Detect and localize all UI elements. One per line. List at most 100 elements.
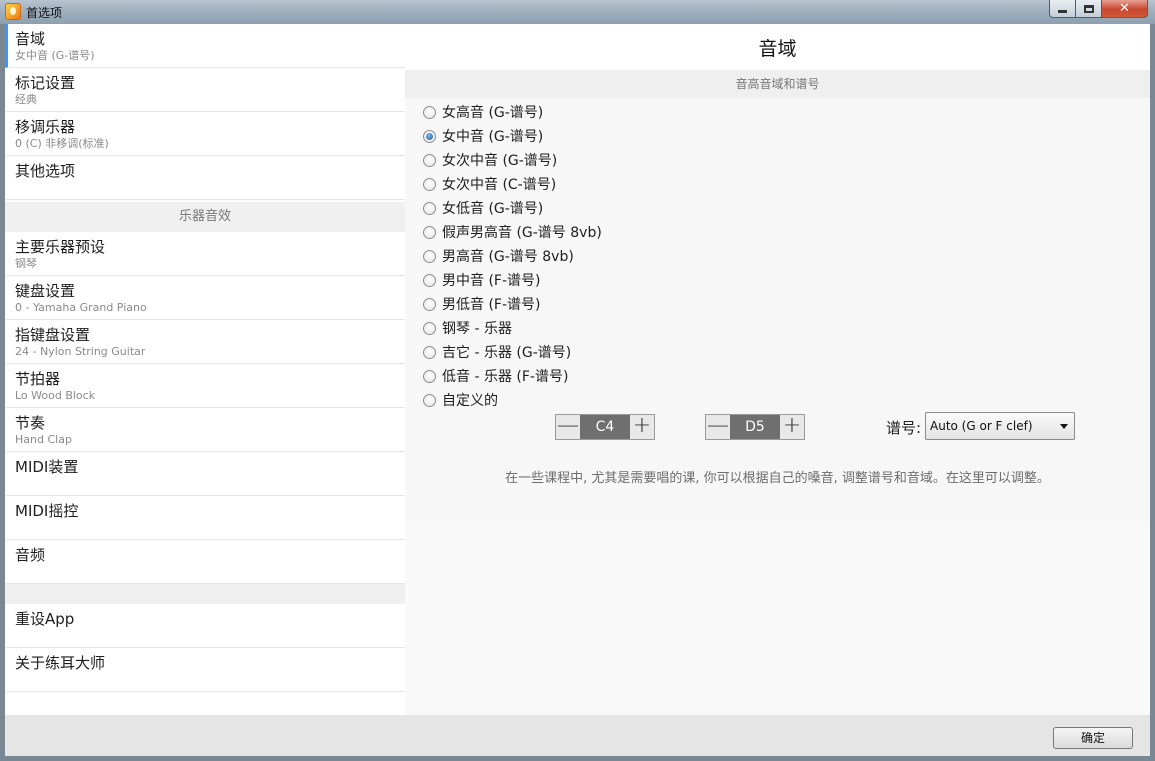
dialog-footer: 确定 bbox=[5, 715, 1150, 756]
voice-range-option-label: 自定义的 bbox=[442, 393, 498, 409]
window-controls: ✕ bbox=[1049, 0, 1148, 18]
radio-button[interactable] bbox=[423, 321, 436, 335]
sidebar-item-subtitle: 0 (C) 非移调(标准) bbox=[15, 137, 109, 150]
radio-button[interactable] bbox=[423, 225, 436, 239]
close-icon: ✕ bbox=[1119, 1, 1130, 16]
sidebar-item-notation[interactable]: 标记设置 经典 bbox=[5, 68, 405, 112]
voice-range-option[interactable]: 女次中音 (C-谱号) bbox=[423, 172, 602, 196]
sidebar-item-subtitle: Hand Clap bbox=[15, 433, 72, 446]
page-title: 音域 bbox=[405, 24, 1150, 70]
sidebar-item-subtitle: 0 - Yamaha Grand Piano bbox=[15, 301, 147, 314]
radio-button[interactable] bbox=[423, 129, 436, 143]
maximize-icon bbox=[1083, 4, 1094, 13]
voice-range-radio-group: 女高音 (G-谱号) 女中音 (G-谱号) 女次中音 (G-谱号) 女次中音 (C-谱… bbox=[423, 100, 602, 412]
voice-range-option-label: 女次中音 (G-谱号) bbox=[442, 153, 558, 169]
high-note-decrement-button[interactable]: — bbox=[706, 415, 730, 439]
voice-range-option[interactable]: 男高音 (G-谱号 8vb) bbox=[423, 244, 602, 268]
sidebar-item-title: 指键盘设置 bbox=[15, 326, 91, 344]
window-title: 首选项 bbox=[26, 6, 63, 20]
sidebar-item-midi-control[interactable]: MIDI摇控 bbox=[5, 496, 405, 540]
radio-button[interactable] bbox=[423, 297, 436, 311]
sidebar-item-subtitle: 24 - Nylon String Guitar bbox=[15, 345, 146, 358]
sidebar-item-title: 音域 bbox=[15, 30, 46, 48]
main-panel: 音域 音高音域和谱号 女高音 (G-谱号) 女中音 (G-谱号) 女次中音 (G-谱… bbox=[405, 24, 1150, 715]
sidebar-item-title: 移调乐器 bbox=[15, 118, 76, 136]
maximize-button[interactable] bbox=[1076, 0, 1102, 18]
sidebar-item-transposition[interactable]: 移调乐器 0 (C) 非移调(标准) bbox=[5, 112, 405, 156]
clef-dropdown[interactable]: Auto (G or F clef) bbox=[925, 412, 1075, 440]
low-note-value: C4 bbox=[580, 415, 630, 439]
sidebar-item-fingerboard[interactable]: 指键盘设置 24 - Nylon String Guitar bbox=[5, 320, 405, 364]
voice-range-option[interactable]: 女中音 (G-谱号) bbox=[423, 124, 602, 148]
sidebar-item-other-options[interactable]: 其他选项 bbox=[5, 156, 405, 200]
sidebar-item-title: MIDI摇控 bbox=[15, 502, 79, 520]
sidebar-item-subtitle: Lo Wood Block bbox=[15, 389, 96, 402]
voice-range-option[interactable]: 钢琴 - 乐器 bbox=[423, 316, 602, 340]
low-note-stepper: — C4 + bbox=[555, 414, 655, 440]
radio-button[interactable] bbox=[423, 201, 436, 215]
sidebar-item-title: 节奏 bbox=[15, 414, 46, 432]
section-header: 音高音域和谱号 bbox=[405, 70, 1150, 98]
radio-button[interactable] bbox=[423, 273, 436, 287]
radio-button[interactable] bbox=[423, 249, 436, 263]
voice-range-option-label: 吉它 - 乐器 (G-谱号) bbox=[442, 345, 572, 361]
radio-button[interactable] bbox=[423, 105, 436, 119]
minimize-icon bbox=[1058, 10, 1067, 13]
sidebar-item-metronome[interactable]: 节拍器 Lo Wood Block bbox=[5, 364, 405, 408]
sidebar-item-subtitle: 经典 bbox=[15, 93, 37, 106]
chevron-down-icon bbox=[1060, 424, 1068, 429]
sidebar-item-title: 关于练耳大师 bbox=[15, 654, 106, 672]
radio-button[interactable] bbox=[423, 369, 436, 383]
low-note-decrement-button[interactable]: — bbox=[556, 415, 580, 439]
sidebar-item-midi-device[interactable]: MIDI装置 bbox=[5, 452, 405, 496]
voice-range-option[interactable]: 假声男高音 (G-谱号 8vb) bbox=[423, 220, 602, 244]
ok-button[interactable]: 确定 bbox=[1053, 727, 1133, 749]
voice-range-option-label: 女低音 (G-谱号) bbox=[442, 201, 544, 217]
voice-range-option[interactable]: 女高音 (G-谱号) bbox=[423, 100, 602, 124]
minimize-button[interactable] bbox=[1049, 0, 1076, 18]
voice-range-option[interactable]: 自定义的 bbox=[423, 388, 602, 412]
voice-range-option-label: 假声男高音 (G-谱号 8vb) bbox=[442, 225, 602, 241]
voice-range-option-label: 女中音 (G-谱号) bbox=[442, 129, 544, 145]
sidebar-item-title: MIDI装置 bbox=[15, 458, 79, 476]
high-note-increment-button[interactable]: + bbox=[780, 415, 804, 439]
sidebar-item-subtitle: 女中音 (G-谱号) bbox=[15, 49, 95, 62]
sidebar-divider bbox=[5, 584, 405, 604]
voice-range-option[interactable]: 男低音 (F-谱号) bbox=[423, 292, 602, 316]
sidebar-item-title: 其他选项 bbox=[15, 162, 76, 180]
radio-button[interactable] bbox=[423, 345, 436, 359]
sidebar-item-title: 主要乐器预设 bbox=[15, 238, 106, 256]
sidebar-item-audio[interactable]: 音频 bbox=[5, 540, 405, 584]
sidebar-item-title: 标记设置 bbox=[15, 74, 76, 92]
clef-label: 谱号: bbox=[886, 419, 922, 437]
sidebar-item-keyboard[interactable]: 键盘设置 0 - Yamaha Grand Piano bbox=[5, 276, 405, 320]
voice-range-option-label: 女次中音 (C-谱号) bbox=[442, 177, 557, 193]
sidebar-item-reset-app[interactable]: 重设App bbox=[5, 604, 405, 648]
high-note-stepper: — D5 + bbox=[705, 414, 805, 440]
app-icon bbox=[5, 3, 21, 20]
low-note-increment-button[interactable]: + bbox=[630, 415, 654, 439]
radio-button[interactable] bbox=[423, 393, 436, 407]
voice-range-option[interactable]: 吉它 - 乐器 (G-谱号) bbox=[423, 340, 602, 364]
sidebar-item-title: 键盘设置 bbox=[15, 282, 76, 300]
radio-button[interactable] bbox=[423, 177, 436, 191]
voice-range-option[interactable]: 男中音 (F-谱号) bbox=[423, 268, 602, 292]
voice-range-option[interactable]: 女低音 (G-谱号) bbox=[423, 196, 602, 220]
voice-range-option-label: 低音 - 乐器 (F-谱号) bbox=[442, 369, 569, 385]
voice-range-option[interactable]: 低音 - 乐器 (F-谱号) bbox=[423, 364, 602, 388]
hint-text: 在一些课程中, 尤其是需要唱的课, 你可以根据自己的嗓音, 调整谱号和音域。在这… bbox=[505, 471, 1050, 486]
voice-range-option-label: 男中音 (F-谱号) bbox=[442, 273, 541, 289]
close-button[interactable]: ✕ bbox=[1102, 0, 1148, 18]
empty-panel-area bbox=[405, 522, 1150, 715]
radio-button[interactable] bbox=[423, 153, 436, 167]
sidebar-item-rhythm[interactable]: 节奏 Hand Clap bbox=[5, 408, 405, 452]
voice-range-option-label: 男高音 (G-谱号 8vb) bbox=[442, 249, 574, 265]
clef-dropdown-value: Auto (G or F clef) bbox=[930, 419, 1033, 433]
sidebar-item-title: 音频 bbox=[15, 546, 46, 564]
sidebar-item-range[interactable]: 音域 女中音 (G-谱号) bbox=[5, 24, 405, 68]
title-bar[interactable]: 首选项 ✕ bbox=[0, 0, 1155, 24]
sidebar: 音域 女中音 (G-谱号) 标记设置 经典 移调乐器 0 (C) 非移调(标准)… bbox=[5, 24, 405, 715]
sidebar-item-main-instrument[interactable]: 主要乐器预设 钢琴 bbox=[5, 232, 405, 276]
voice-range-option[interactable]: 女次中音 (G-谱号) bbox=[423, 148, 602, 172]
sidebar-item-about[interactable]: 关于练耳大师 bbox=[5, 648, 405, 692]
